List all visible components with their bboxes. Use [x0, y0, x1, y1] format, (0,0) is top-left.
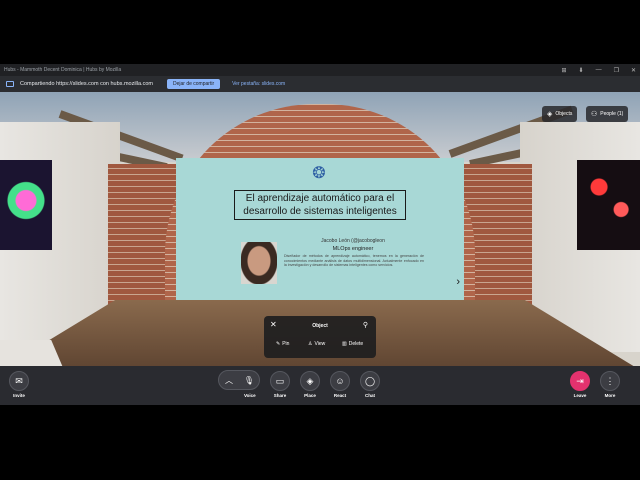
leave-label: Leave — [573, 393, 587, 398]
people-button[interactable]: ⚇ People (1) — [586, 106, 629, 122]
slide-title-line2: desarrollo de sistemas inteligentes — [243, 206, 397, 217]
chat-bubble-icon: ◯ — [360, 371, 380, 391]
objects-label: Objects — [555, 111, 573, 117]
screen-share-icon — [6, 81, 14, 87]
mail-icon: ✉ — [9, 371, 29, 391]
artwork-right[interactable] — [577, 160, 640, 250]
invite-button[interactable]: ✉ Invite — [9, 371, 29, 398]
pin-icon: ✎ — [276, 341, 281, 347]
pin-button[interactable]: ✎ Pin — [276, 341, 289, 347]
letterbox-top — [0, 0, 640, 64]
pin-label: Pin — [282, 341, 290, 347]
voice-control[interactable]: ︿ 🎙 — [218, 370, 260, 390]
delete-label: Delete — [348, 341, 364, 347]
react-label: React — [333, 393, 347, 398]
voice-label: Voice — [244, 393, 256, 398]
camera-icon: ▭ — [270, 371, 290, 391]
extensions-icon[interactable]: ⊞ — [562, 67, 567, 74]
minimize-button[interactable]: — — [596, 67, 602, 73]
more-label: More — [604, 393, 616, 398]
view-label: View — [314, 341, 326, 347]
more-button[interactable]: ⋮ More — [600, 371, 620, 398]
people-icon: ⚇ — [591, 111, 598, 118]
objects-icon: ◈ — [547, 111, 553, 118]
walk-icon: ♙ — [308, 341, 313, 347]
speaker-photo — [241, 242, 277, 284]
trash-icon: ▥ — [342, 341, 347, 347]
view-tab-button[interactable]: Ver pestaña: slides.com — [228, 79, 289, 89]
objects-button[interactable]: ◈ Objects — [542, 106, 578, 122]
delete-button[interactable]: ▥ Delete — [342, 341, 363, 347]
place-button[interactable]: ◈ Place — [300, 371, 320, 398]
next-slide-arrow-icon[interactable]: › — [456, 276, 460, 288]
chat-label: Chat — [365, 393, 375, 398]
artwork-left[interactable] — [0, 160, 52, 250]
chat-button[interactable]: ◯ Chat — [360, 371, 380, 398]
exit-icon: ⇥ — [570, 371, 590, 391]
slide-title: El aprendizaje automático para el desarr… — [234, 190, 406, 220]
object-menu: ✕ Object ⚲ ✎ Pin ♙ View ▥ Delete — [264, 316, 376, 358]
brain-icon: ❂ — [312, 165, 326, 182]
view-button[interactable]: ♙ View — [308, 341, 325, 347]
smiley-icon: ☺ — [330, 371, 350, 391]
share-button[interactable]: ▭ Share — [270, 371, 290, 398]
browser-titlebar: Hubs - Mammoth Decent Dominica | Hubs by… — [0, 64, 640, 76]
people-label: People (1) — [600, 111, 624, 117]
location-pin-icon[interactable]: ⚲ — [363, 321, 368, 329]
place-label: Place — [304, 393, 316, 398]
screen-share-bar: Compartiendo https://slides.com con hubs… — [0, 76, 640, 92]
object-menu-title: Object — [312, 323, 328, 329]
window-controls: ⊞ ⬇ — ❐ ✕ — [562, 64, 636, 76]
speaker-bio: Diseñador de métodos de aprendizaje auto… — [284, 254, 424, 268]
slide-title-line1: El aprendizaje automático para el — [245, 193, 395, 204]
share-label: Share — [273, 393, 287, 398]
maximize-button[interactable]: ❐ — [614, 67, 619, 74]
cube-icon: ◈ — [300, 371, 320, 391]
share-status-text: Compartiendo https://slides.com con hubs… — [20, 81, 153, 87]
speaker-role: MLOps engineer — [332, 246, 374, 252]
download-icon[interactable]: ⬇ — [579, 67, 584, 74]
letterbox-bottom — [0, 405, 640, 480]
close-window-button[interactable]: ✕ — [631, 67, 636, 74]
more-dots-icon: ⋮ — [600, 371, 620, 391]
window-title: Hubs - Mammoth Decent Dominica | Hubs by… — [4, 67, 122, 73]
stop-sharing-button[interactable]: Dejar de compartir — [166, 79, 221, 89]
shared-slide[interactable]: ❂ El aprendizaje automático para el desa… — [176, 158, 464, 300]
invite-label: Invite — [13, 393, 25, 398]
chevron-up-icon[interactable]: ︿ — [219, 375, 239, 386]
mic-muted-icon[interactable]: 🎙 — [239, 376, 259, 385]
speaker-name: Jacobo León (@jacobogleon — [321, 238, 385, 244]
leave-button[interactable]: ⇥ Leave — [570, 371, 590, 398]
react-button[interactable]: ☺ React — [330, 371, 350, 398]
bottom-toolbar — [0, 366, 640, 405]
